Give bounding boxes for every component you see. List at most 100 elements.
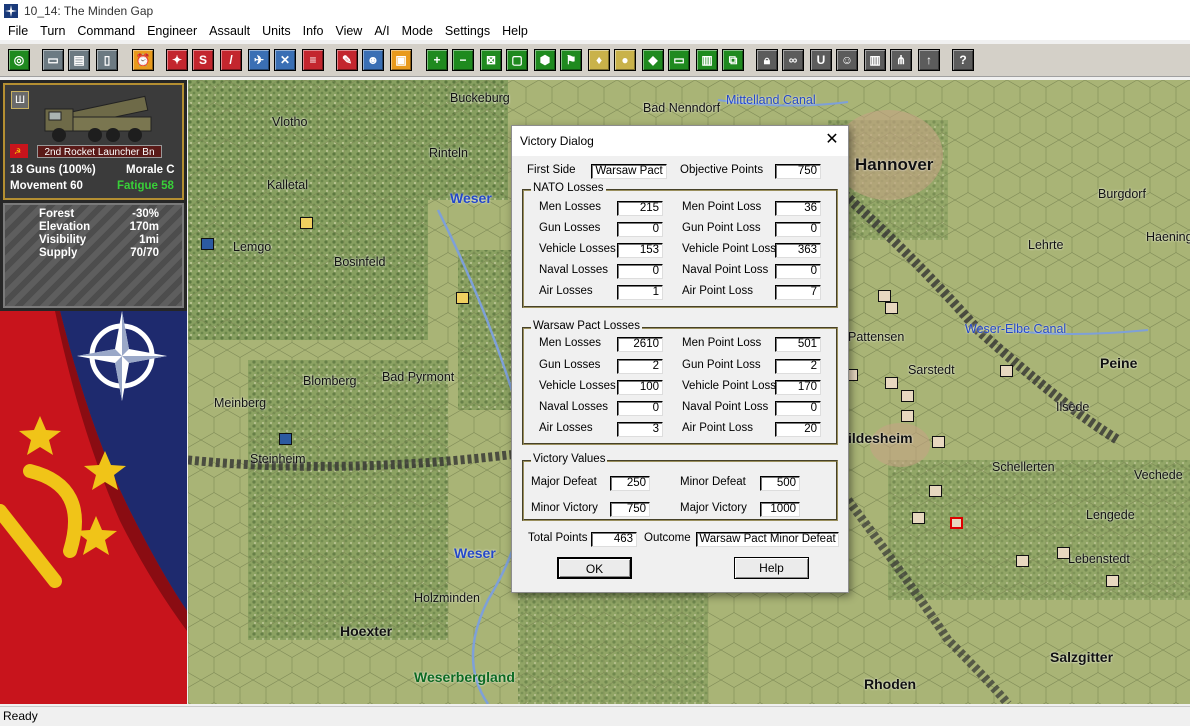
map-label-weser: Weser — [450, 190, 492, 206]
flag-icon[interactable]: ⚑ — [560, 49, 582, 71]
unit-counter[interactable] — [901, 390, 914, 402]
menu-settings[interactable]: Settings — [439, 22, 496, 40]
nato-unit-counter[interactable] — [201, 238, 214, 250]
crate-icon[interactable]: ▣ — [390, 49, 412, 71]
map-label-weser-south: Weser — [454, 545, 496, 561]
unit-counter[interactable] — [1057, 547, 1070, 559]
menu-file[interactable]: File — [2, 22, 34, 40]
major-defeat-value: 250 — [610, 476, 650, 491]
target-icon[interactable]: ◎ — [8, 49, 30, 71]
map-label-mittelland-canal: Mittelland Canal — [726, 93, 816, 107]
map-icon[interactable]: ▥ — [696, 49, 718, 71]
terrain-row: Elevation 170m — [39, 221, 159, 233]
menu-engineer[interactable]: Engineer — [141, 22, 203, 40]
soviet-flag-icon: ☭ — [10, 144, 28, 158]
nato-gun-losses-value: 0 — [617, 222, 663, 237]
artillery-icon[interactable]: / — [220, 49, 242, 71]
menu-ai[interactable]: A/I — [368, 22, 395, 40]
nato-air-losses-value: 1 — [617, 285, 663, 300]
map-label-rinteln: Rinteln — [429, 146, 468, 160]
menu-help[interactable]: Help — [496, 22, 534, 40]
medal-icon[interactable]: ● — [614, 49, 636, 71]
u-icon[interactable]: U — [810, 49, 832, 71]
menu-turn[interactable]: Turn — [34, 22, 71, 40]
unit-counter[interactable] — [878, 290, 891, 302]
bars-icon[interactable]: ▥ — [864, 49, 886, 71]
title-bar: 10_14: The Minden Gap — [0, 0, 1190, 22]
zoom-in-icon[interactable]: + — [426, 49, 448, 71]
nato-air-point-loss-value: 7 — [775, 285, 821, 300]
unit-counter[interactable] — [929, 485, 942, 497]
list-icon[interactable]: ≡ — [302, 49, 324, 71]
shield-icon[interactable]: ✦ — [166, 49, 188, 71]
terrain-label: Visibility — [39, 234, 87, 246]
help-icon[interactable]: ? — [952, 49, 974, 71]
unit-morale: Morale C — [126, 164, 175, 176]
rank-icon[interactable]: ♦ — [588, 49, 610, 71]
menu-assault[interactable]: Assault — [203, 22, 256, 40]
menu-command[interactable]: Command — [71, 22, 141, 40]
objective-points-label: Objective Points — [680, 164, 764, 176]
ok-button[interactable]: OK — [557, 557, 632, 579]
lock-icon[interactable]: 🔒︎ — [756, 49, 778, 71]
nato-air-losses-label: Air Losses — [539, 285, 593, 297]
wp-naval-losses-value: 0 — [617, 401, 663, 416]
folder-icon[interactable]: ▤ — [68, 49, 90, 71]
total-points-value: 463 — [591, 532, 637, 547]
terrain-info: Forest -30% Elevation 170m Visibility 1mi S… — [3, 203, 184, 308]
unit-counter[interactable] — [885, 377, 898, 389]
alarm-icon[interactable]: ⏰ — [132, 49, 154, 71]
nato-unit-counter[interactable] — [279, 433, 292, 445]
box-x-icon[interactable]: ⊠ — [480, 49, 502, 71]
unit-info-icon[interactable]: ▯ — [96, 49, 118, 71]
menu-units[interactable]: Units — [256, 22, 296, 40]
objective-marker[interactable] — [456, 292, 469, 304]
up-arrow-icon[interactable]: ↑ — [918, 49, 940, 71]
close-icon[interactable]: ✕ — [824, 132, 840, 148]
face-icon[interactable]: ☺ — [836, 49, 858, 71]
screen-icon[interactable]: ▭ — [42, 49, 64, 71]
side-panel: Ш ☭ 2nd Rocket Launcher Bn 18 Guns (100%… — [0, 80, 187, 704]
hex-icon[interactable]: ⬢ — [534, 49, 556, 71]
selected-unit-counter[interactable] — [950, 517, 963, 529]
help-button[interactable]: Help — [734, 557, 809, 579]
monitor-icon[interactable]: ▭ — [668, 49, 690, 71]
terrain-icon[interactable]: ◆ — [642, 49, 664, 71]
nato-naval-losses-value: 0 — [617, 264, 663, 279]
map-label-vlotho: Vlotho — [272, 115, 308, 129]
unit-counter[interactable] — [1000, 365, 1013, 377]
zoom-out-icon[interactable]: − — [452, 49, 474, 71]
unit-counter[interactable] — [885, 302, 898, 314]
aircraft-icon[interactable]: ✈ — [248, 49, 270, 71]
supply-icon[interactable]: S — [192, 49, 214, 71]
unit-counter[interactable] — [901, 410, 914, 422]
hierarchy-icon[interactable]: ⋔ — [890, 49, 912, 71]
unit-counter[interactable] — [912, 512, 925, 524]
nato-naval-losses-label: Naval Losses — [539, 264, 609, 276]
frame-icon[interactable]: ▢ — [506, 49, 528, 71]
map-label-salzgitter: Salzgitter — [1050, 649, 1114, 665]
terrain-label: Supply — [39, 247, 78, 259]
binoculars-icon[interactable]: ∞ — [782, 49, 804, 71]
map-label-hildesheim: ildesheim — [848, 430, 913, 446]
crossed-swords-icon[interactable]: ✕ — [274, 49, 296, 71]
pencil-icon[interactable]: ✎ — [336, 49, 358, 71]
nato-men-losses-label: Men Losses — [539, 201, 602, 213]
map-label-blomberg: Blomberg — [303, 374, 357, 388]
map-label-sarstedt: Sarstedt — [908, 363, 955, 377]
objective-marker[interactable] — [300, 217, 313, 229]
first-side-value: Warsaw Pact — [591, 164, 667, 179]
menu-info[interactable]: Info — [297, 22, 330, 40]
status-text: Ready — [3, 709, 38, 723]
map-label-lengede: Lengede — [1086, 508, 1135, 522]
terrain-value: 170m — [129, 221, 159, 233]
menu-mode[interactable]: Mode — [396, 22, 439, 40]
soldier-icon[interactable]: ☻ — [362, 49, 384, 71]
unit-card[interactable]: Ш ☭ 2nd Rocket Launcher Bn 18 Guns (100%… — [3, 83, 184, 200]
wp-vehicle-losses-label: Vehicle Losses — [539, 380, 616, 392]
windows-icon[interactable]: ⧉ — [722, 49, 744, 71]
unit-counter[interactable] — [1016, 555, 1029, 567]
unit-counter[interactable] — [1106, 575, 1119, 587]
menu-view[interactable]: View — [329, 22, 368, 40]
unit-counter[interactable] — [932, 436, 945, 448]
